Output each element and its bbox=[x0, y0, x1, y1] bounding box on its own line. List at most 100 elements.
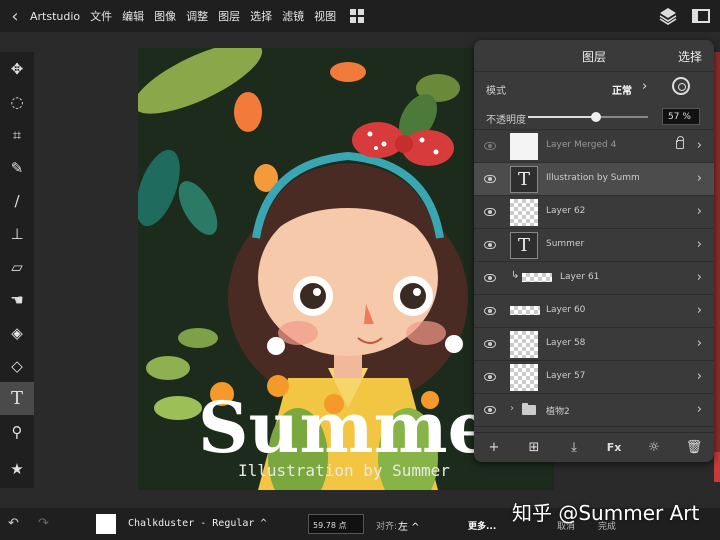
effects-icon[interactable]: Fx bbox=[603, 441, 625, 454]
chevron-right-icon[interactable]: › bbox=[697, 138, 702, 153]
chevron-right-icon[interactable]: › bbox=[697, 336, 702, 351]
crop-tool-icon[interactable]: ⌗ bbox=[0, 118, 34, 151]
visibility-eye-icon[interactable] bbox=[484, 142, 496, 150]
opacity-slider-knob[interactable] bbox=[591, 112, 602, 122]
text-layer-thumbnail: T bbox=[510, 166, 538, 193]
layer-row[interactable]: Layer 57 › bbox=[474, 361, 714, 394]
layer-row[interactable]: ↳ Layer 61 › bbox=[474, 262, 714, 295]
layer-thumbnail bbox=[510, 364, 538, 391]
layer-row[interactable]: Layer 60 › bbox=[474, 295, 714, 328]
layers-panel-header: 图层 选择 bbox=[474, 40, 714, 72]
adjustments-icon[interactable]: ☼ bbox=[643, 440, 665, 455]
visibility-eye-icon[interactable] bbox=[484, 307, 496, 315]
opacity-slider-fill bbox=[528, 116, 597, 118]
eraser-tool-icon[interactable]: ▱ bbox=[0, 250, 34, 283]
canvas-subtitle-text: Illustration by Summer bbox=[238, 461, 450, 480]
background-strip bbox=[714, 52, 720, 452]
add-layer-icon[interactable]: + bbox=[483, 440, 505, 455]
layer-row[interactable]: T Summer › bbox=[474, 229, 714, 262]
visibility-eye-icon[interactable] bbox=[484, 406, 496, 414]
layer-name: Layer 58 bbox=[546, 338, 586, 348]
visibility-eye-icon[interactable] bbox=[484, 373, 496, 381]
back-button[interactable]: ‹ bbox=[0, 6, 30, 27]
menu-image[interactable]: 图像 bbox=[154, 8, 176, 24]
font-size-input[interactable]: 59.78 点 bbox=[308, 514, 364, 534]
layer-name: Layer 62 bbox=[546, 206, 586, 216]
lock-icon[interactable] bbox=[676, 136, 684, 149]
favorite-star-icon[interactable]: ★ bbox=[0, 452, 34, 485]
visibility-eye-icon[interactable] bbox=[484, 274, 496, 282]
undo-icon[interactable]: ↶ bbox=[8, 516, 19, 531]
layer-group-row[interactable]: › 植物2 › bbox=[474, 394, 714, 427]
expand-arrow-icon[interactable]: › bbox=[510, 403, 514, 414]
trash-icon[interactable]: 🗑 bbox=[683, 440, 705, 455]
fill-tool-icon[interactable]: ◇ bbox=[0, 349, 34, 382]
visibility-eye-icon[interactable] bbox=[484, 340, 496, 348]
visibility-eye-icon[interactable] bbox=[484, 175, 496, 183]
menu-select[interactable]: 选择 bbox=[250, 8, 272, 24]
blend-mode-value[interactable]: 正常 bbox=[612, 82, 632, 97]
menu-file[interactable]: 文件 bbox=[90, 8, 112, 24]
align-selector[interactable]: 左 ^ bbox=[398, 518, 420, 533]
text-color-swatch[interactable] bbox=[96, 514, 116, 534]
layer-name: Illustration by Summ bbox=[546, 173, 640, 183]
chevron-right-icon[interactable]: › bbox=[697, 369, 702, 384]
layer-name: Layer 61 bbox=[560, 272, 600, 282]
top-menu-bar: ‹ Artstudio 文件 编辑 图像 调整 图层 选择 滤镜 视图 bbox=[0, 0, 720, 32]
layer-row[interactable]: Layer Merged 4 › bbox=[474, 130, 714, 163]
blend-mode-row[interactable]: 模式 正常 › bbox=[474, 72, 714, 102]
chevron-right-icon[interactable]: › bbox=[697, 402, 702, 417]
layer-row-selected[interactable]: T Illustration by Summ › bbox=[474, 163, 714, 196]
layers-panel-footer: + ⊞ ⤓ Fx ☼ 🗑 bbox=[474, 432, 714, 462]
layer-name: Layer 60 bbox=[546, 305, 586, 315]
layer-thumbnail bbox=[510, 133, 538, 160]
font-selector[interactable]: Chalkduster - Regular ^ bbox=[128, 518, 266, 529]
brush-tool-icon[interactable]: ∕ bbox=[0, 184, 34, 217]
smudge-tool-icon[interactable]: ☚ bbox=[0, 283, 34, 316]
text-layer-thumbnail: T bbox=[510, 232, 538, 259]
layer-thumbnail bbox=[510, 199, 538, 226]
selection-tool-icon[interactable]: ◌ bbox=[0, 85, 34, 118]
more-button[interactable]: 更多... bbox=[468, 519, 496, 532]
text-tool-icon[interactable]: T bbox=[0, 382, 34, 415]
watermark: 知乎 @Summer Art bbox=[512, 501, 700, 525]
stamp-tool-icon[interactable]: ⊥ bbox=[0, 217, 34, 250]
app-name[interactable]: Artstudio bbox=[30, 10, 80, 23]
clipping-mask-icon: ↳ bbox=[511, 270, 520, 281]
layer-thumbnail bbox=[522, 273, 552, 282]
zoom-tool-icon[interactable]: ⚲ bbox=[0, 415, 34, 448]
opacity-input[interactable]: 57 % bbox=[662, 108, 700, 125]
window-icon[interactable] bbox=[692, 9, 710, 23]
layer-row[interactable]: Layer 62 › bbox=[474, 196, 714, 229]
menu-view[interactable]: 视图 bbox=[314, 8, 336, 24]
chevron-right-icon: › bbox=[642, 79, 648, 94]
layers-panel: 图层 选择 模式 正常 › 不透明度 57 % Layer Merged 4 ›… bbox=[474, 40, 714, 462]
opacity-slider[interactable] bbox=[528, 112, 648, 122]
layer-row[interactable]: Layer 58 › bbox=[474, 328, 714, 361]
align-label: 对齐: bbox=[376, 522, 398, 532]
menu-adjust[interactable]: 调整 bbox=[186, 8, 208, 24]
chevron-right-icon[interactable]: › bbox=[697, 237, 702, 252]
visibility-eye-icon[interactable] bbox=[484, 208, 496, 216]
grid-icon[interactable] bbox=[350, 9, 365, 23]
gear-icon[interactable] bbox=[672, 77, 690, 95]
layer-thumbnail bbox=[510, 306, 540, 315]
menu-edit[interactable]: 编辑 bbox=[122, 8, 144, 24]
healing-tool-icon[interactable]: ◈ bbox=[0, 316, 34, 349]
layers-select-button[interactable]: 选择 bbox=[678, 48, 702, 65]
move-tool-icon[interactable]: ✥ bbox=[0, 52, 34, 85]
visibility-eye-icon[interactable] bbox=[484, 241, 496, 249]
menu-layer[interactable]: 图层 bbox=[218, 8, 240, 24]
redo-icon[interactable]: ↷ bbox=[38, 516, 49, 531]
chevron-right-icon[interactable]: › bbox=[697, 204, 702, 219]
tool-palette: ✥ ◌ ⌗ ✎ ∕ ⊥ ▱ ☚ ◈ ◇ T ⚲ ★ bbox=[0, 52, 34, 488]
chevron-right-icon[interactable]: › bbox=[697, 171, 702, 186]
layer-name: Layer Merged 4 bbox=[546, 140, 617, 150]
import-icon[interactable]: ⤓ bbox=[563, 440, 585, 455]
add-group-icon[interactable]: ⊞ bbox=[523, 440, 545, 455]
eyedropper-tool-icon[interactable]: ✎ bbox=[0, 151, 34, 184]
layers-icon[interactable] bbox=[658, 6, 678, 26]
menu-filter[interactable]: 滤镜 bbox=[282, 8, 304, 24]
chevron-right-icon[interactable]: › bbox=[697, 270, 702, 285]
chevron-right-icon[interactable]: › bbox=[697, 303, 702, 318]
